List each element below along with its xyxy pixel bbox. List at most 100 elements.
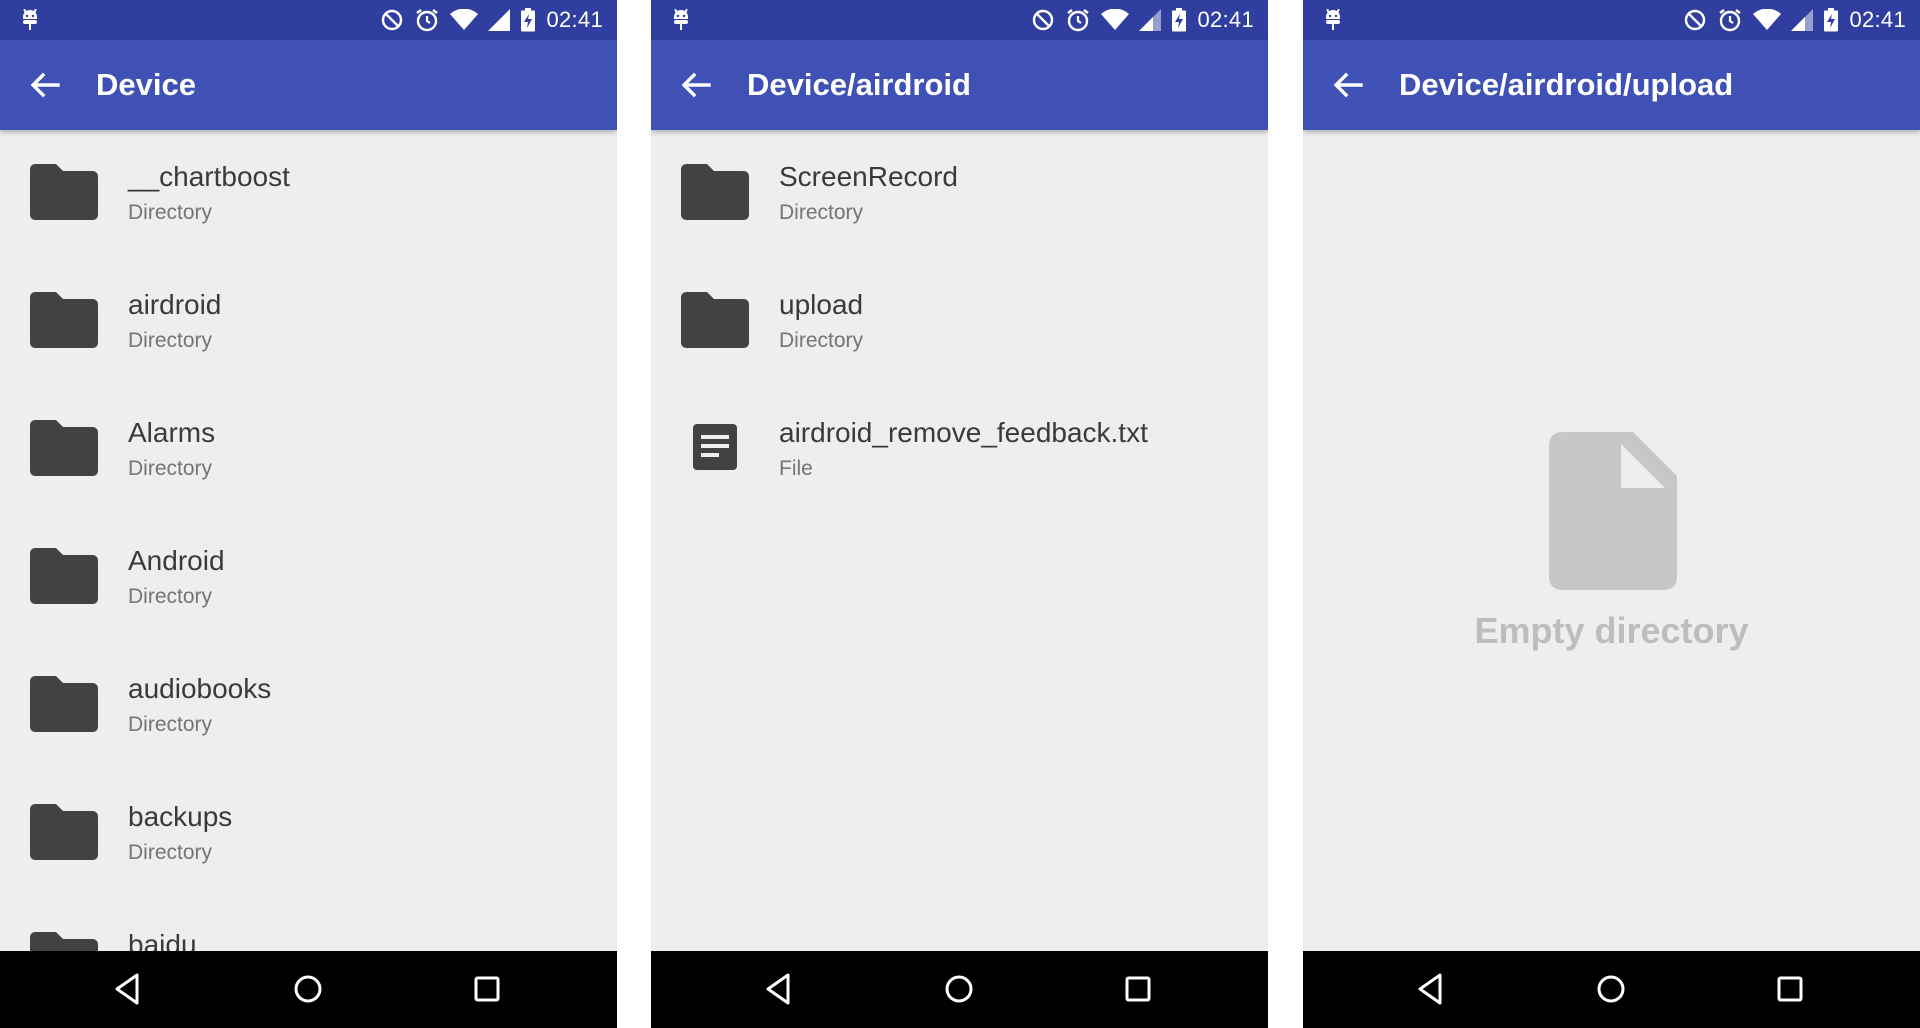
item-name: Android — [128, 545, 225, 576]
folder-icon — [681, 164, 749, 220]
status-clock: 02:41 — [1197, 7, 1254, 32]
signal-icon — [1139, 9, 1162, 31]
back-button[interactable] — [1329, 66, 1367, 104]
list-item-feedback-file[interactable]: airdroid_remove_feedback.txt File — [651, 386, 1268, 514]
wifi-icon — [1753, 9, 1782, 30]
circle-home-icon — [294, 975, 322, 1003]
do-not-disturb-icon — [1685, 9, 1706, 31]
back-button[interactable] — [26, 66, 64, 104]
empty-state: Empty directory — [1303, 130, 1920, 951]
item-type: Directory — [779, 329, 864, 352]
list-item-alarms[interactable]: Alarms Directory — [0, 386, 617, 514]
item-type: Directory — [128, 713, 213, 736]
alarm-icon — [1719, 9, 1742, 32]
back-button[interactable] — [677, 66, 715, 104]
item-name: backups — [128, 801, 233, 832]
phone-screen-device: 02:41 Device __chartboost Directory aird… — [0, 0, 617, 1028]
item-name: ScreenRecord — [779, 161, 958, 192]
alarm-icon — [416, 9, 439, 32]
item-type: Directory — [128, 329, 213, 352]
file-list: ScreenRecord Directory upload Directory … — [651, 130, 1268, 951]
nav-recents-button[interactable] — [1118, 969, 1158, 1009]
list-item-backups[interactable]: backups Directory — [0, 770, 617, 898]
item-type: Directory — [128, 585, 213, 608]
triangle-back-icon — [766, 973, 790, 1005]
signal-icon — [488, 9, 511, 31]
wifi-icon — [1101, 9, 1130, 30]
list-item-baidu[interactable]: baidu Directory — [0, 898, 617, 951]
nav-recents-button[interactable] — [1770, 969, 1810, 1009]
app-bar: Device/airdroid/upload — [1303, 40, 1920, 130]
nav-recents-button[interactable] — [467, 969, 507, 1009]
nav-home-button[interactable] — [1591, 969, 1631, 1009]
nav-home-button[interactable] — [288, 969, 328, 1009]
item-name: baidu — [128, 929, 197, 951]
nav-back-button[interactable] — [109, 969, 149, 1009]
arrow-back-icon — [30, 72, 60, 98]
arrow-back-icon — [681, 72, 711, 98]
page-title: Device/airdroid — [747, 67, 971, 102]
signal-icon — [1791, 9, 1814, 31]
android-debug-icon — [1323, 8, 1343, 31]
status-bar: 02:41 — [1303, 0, 1920, 40]
android-debug-icon — [20, 8, 40, 31]
item-type: Directory — [128, 201, 213, 224]
folder-icon — [30, 804, 98, 860]
app-bar: Device — [0, 40, 617, 130]
item-type: File — [779, 457, 813, 480]
square-recents-icon — [1777, 976, 1803, 1002]
list-item-screenrecord[interactable]: ScreenRecord Directory — [651, 130, 1268, 258]
do-not-disturb-icon — [382, 9, 403, 31]
status-bar: 02:41 — [651, 0, 1268, 40]
navigation-bar — [651, 951, 1268, 1028]
item-type: Directory — [779, 201, 864, 224]
item-name: upload — [779, 289, 864, 320]
square-recents-icon — [1125, 976, 1151, 1002]
list-item-android[interactable]: Android Directory — [0, 514, 617, 642]
folder-icon — [30, 164, 98, 220]
triangle-back-icon — [115, 973, 139, 1005]
folder-icon — [30, 548, 98, 604]
navigation-bar — [1303, 951, 1920, 1028]
square-recents-icon — [474, 976, 500, 1002]
item-name: airdroid_remove_feedback.txt — [779, 417, 1148, 448]
battery-charging-icon — [1824, 8, 1839, 32]
empty-directory-message: Empty directory — [1474, 610, 1749, 651]
list-item-chartboost[interactable]: __chartboost Directory — [0, 130, 617, 258]
list-item-audiobooks[interactable]: audiobooks Directory — [0, 642, 617, 770]
empty-file-icon — [1549, 432, 1677, 590]
folder-icon — [30, 932, 98, 951]
circle-home-icon — [1597, 975, 1625, 1003]
list-item-airdroid[interactable]: airdroid Directory — [0, 258, 617, 386]
arrow-back-icon — [1333, 72, 1363, 98]
folder-icon — [30, 292, 98, 348]
nav-home-button[interactable] — [939, 969, 979, 1009]
triangle-back-icon — [1418, 973, 1442, 1005]
text-file-icon — [693, 424, 737, 470]
battery-charging-icon — [1172, 8, 1187, 32]
do-not-disturb-icon — [1033, 9, 1054, 31]
folder-icon — [681, 292, 749, 348]
battery-charging-icon — [521, 8, 536, 32]
phone-screen-upload: 02:41 Device/airdroid/upload Empty direc… — [1303, 0, 1920, 1028]
app-bar: Device/airdroid — [651, 40, 1268, 130]
folder-icon — [30, 420, 98, 476]
page-title: Device/airdroid/upload — [1399, 67, 1734, 102]
status-bar: 02:41 — [0, 0, 617, 40]
item-name: Alarms — [128, 417, 216, 448]
status-clock: 02:41 — [1849, 7, 1906, 32]
item-name: airdroid — [128, 289, 222, 320]
circle-home-icon — [945, 975, 973, 1003]
item-type: Directory — [128, 841, 213, 864]
navigation-bar — [0, 951, 617, 1028]
list-item-upload[interactable]: upload Directory — [651, 258, 1268, 386]
item-name: audiobooks — [128, 673, 272, 704]
alarm-icon — [1067, 9, 1090, 32]
nav-back-button[interactable] — [1412, 969, 1452, 1009]
wifi-icon — [450, 9, 479, 30]
android-debug-icon — [671, 8, 691, 31]
item-name: __chartboost — [128, 161, 290, 192]
folder-icon — [30, 676, 98, 732]
phone-screen-airdroid: 02:41 Device/airdroid ScreenRecord Direc… — [651, 0, 1268, 1028]
nav-back-button[interactable] — [760, 969, 800, 1009]
